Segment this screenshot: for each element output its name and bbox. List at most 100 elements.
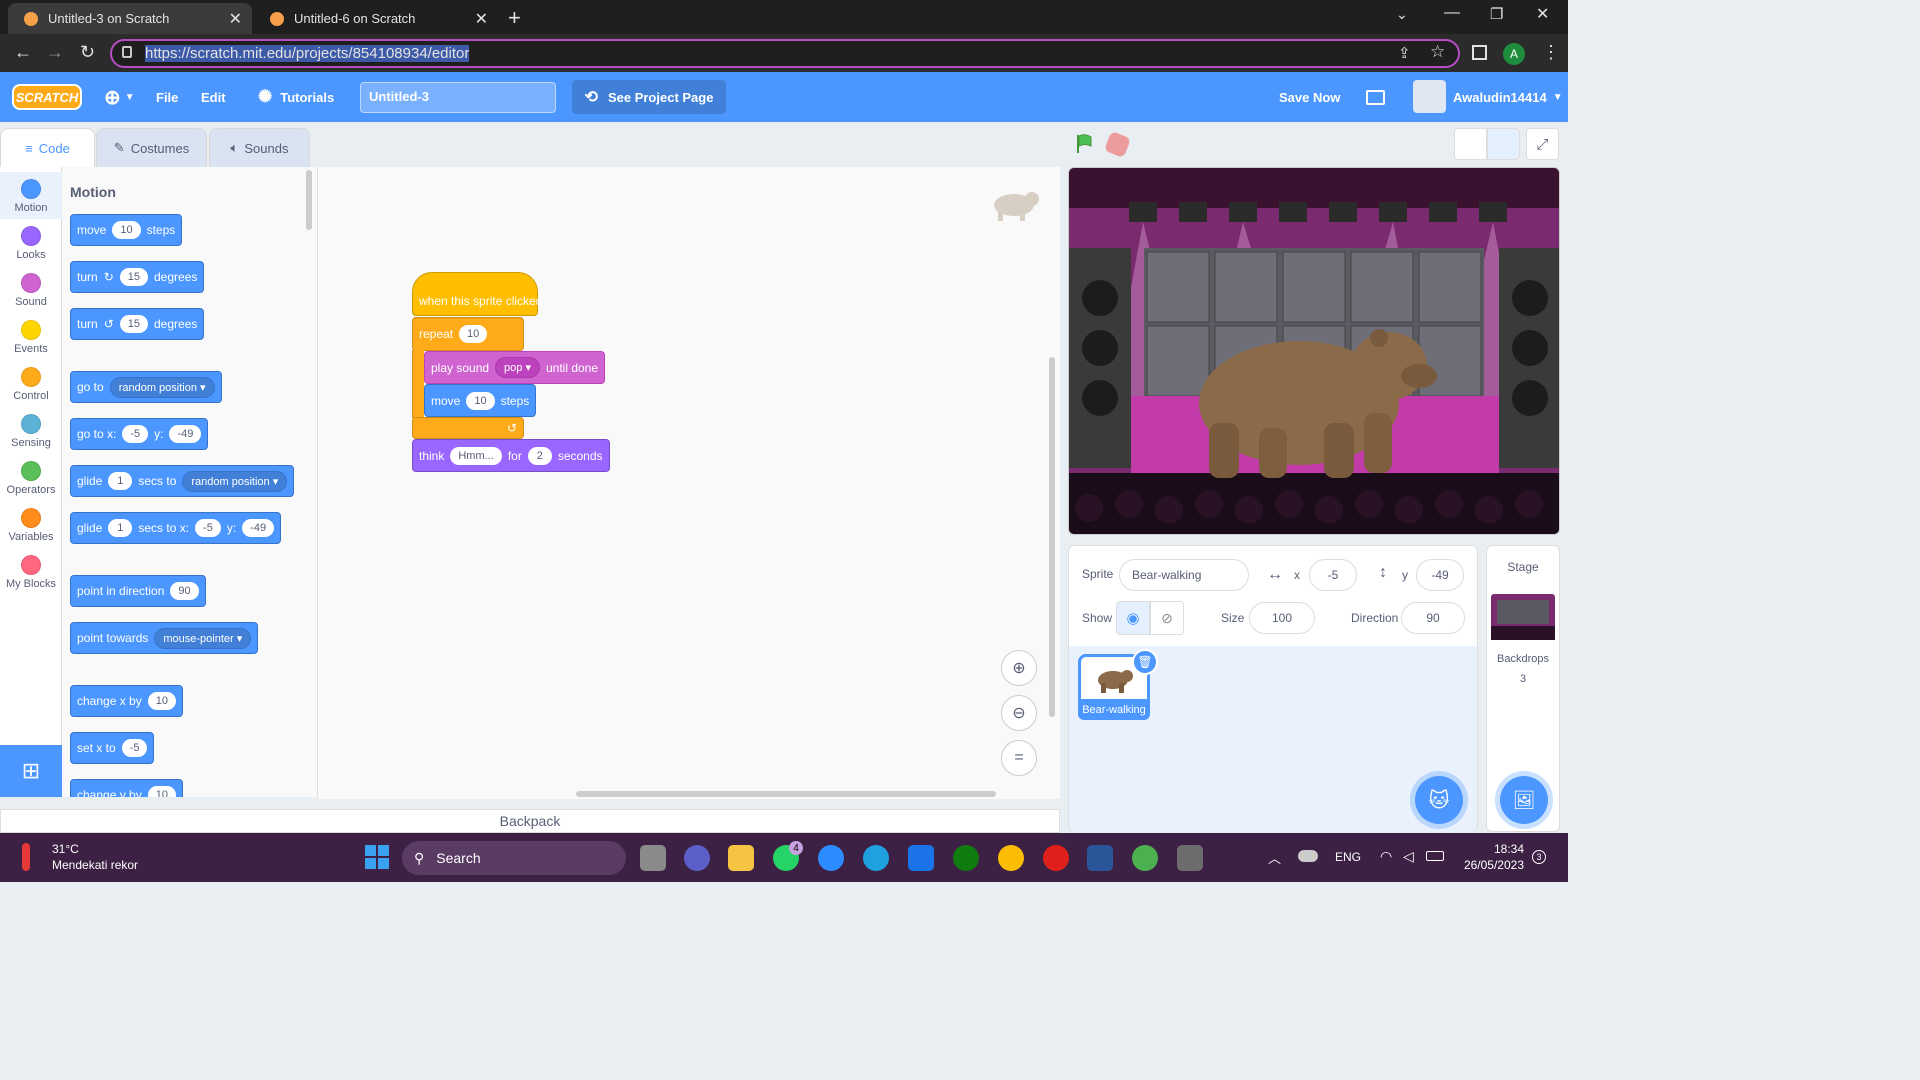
onedrive-cloud-icon[interactable] — [1298, 850, 1318, 862]
category-sound[interactable]: Sound — [0, 266, 62, 313]
choose-backdrop-icon[interactable]: 🖼︎ — [1500, 776, 1548, 824]
zoom-icon[interactable] — [818, 845, 844, 871]
block-go-to-xy[interactable]: go to x: -5 y: -49 — [70, 418, 209, 450]
green-flag-icon[interactable] — [1074, 133, 1096, 155]
normal-stage-button[interactable] — [1487, 128, 1520, 160]
sound-dropdown[interactable]: pop ▾ — [495, 357, 540, 378]
forward-icon[interactable]: → — [46, 42, 64, 63]
block-input[interactable]: -5 — [122, 425, 149, 443]
small-stage-button[interactable] — [1454, 128, 1487, 160]
language-indicator[interactable]: ENG — [1335, 850, 1361, 864]
zoom-reset-icon[interactable]: = — [1001, 740, 1037, 776]
word-icon[interactable] — [1087, 845, 1113, 871]
battery-icon[interactable] — [1426, 851, 1444, 861]
thermometer-icon[interactable] — [22, 843, 30, 871]
language-menu[interactable]: ⊕ ▼ — [104, 72, 135, 122]
windows-start-icon[interactable] — [365, 845, 389, 869]
block-dropdown[interactable]: mouse-pointer ▾ — [154, 627, 252, 649]
block-change-x[interactable]: change x by 10 — [70, 685, 183, 717]
direction-input[interactable]: 90 — [1401, 602, 1465, 634]
delete-sprite-trash-icon[interactable]: 🗑︎ — [1132, 649, 1158, 675]
volume-icon[interactable]: ◁ — [1403, 848, 1414, 865]
repeat-block[interactable]: repeat 10 — [412, 317, 524, 351]
sprite-name-input[interactable]: Bear-walking — [1119, 559, 1249, 591]
browser-tab[interactable]: Untitled-6 on Scratch ✕ — [254, 3, 498, 34]
block-move[interactable]: move 10 steps — [70, 214, 183, 246]
profile-avatar[interactable]: A — [1503, 43, 1525, 65]
edit-menu[interactable]: Edit — [201, 72, 226, 122]
chrome-profile-icon[interactable] — [1132, 845, 1158, 871]
my-stuff-folder-icon[interactable] — [1366, 90, 1385, 105]
scratch-logo[interactable]: SCRATCH — [12, 84, 82, 110]
task-view-icon[interactable] — [640, 845, 666, 871]
chrome-icon[interactable] — [998, 845, 1024, 871]
move-block[interactable]: move 10 steps — [424, 384, 537, 417]
restore-icon[interactable]: ❐ — [1490, 5, 1503, 23]
block-turn-right[interactable]: turn ↻ 15 degrees — [70, 261, 205, 293]
y-input[interactable]: -49 — [1416, 559, 1464, 591]
category-control[interactable]: Control — [0, 360, 62, 407]
block-input[interactable]: 10 — [147, 692, 176, 710]
block-dropdown[interactable]: random position ▾ — [182, 470, 288, 492]
zoom-out-icon[interactable]: ⊖ — [1001, 695, 1037, 731]
block-input[interactable]: 2 — [527, 446, 552, 465]
user-avatar[interactable] — [1413, 80, 1446, 113]
tab-sounds[interactable]: 🔈︎ Sounds — [209, 128, 310, 168]
block-point-direction[interactable]: point in direction 90 — [70, 575, 206, 607]
back-icon[interactable]: ← — [14, 42, 32, 63]
clock-time[interactable]: 18:34 — [1488, 842, 1524, 856]
lock-icon[interactable] — [122, 46, 132, 58]
hide-eye-slash-icon[interactable]: ⊘ — [1150, 601, 1184, 635]
address-bar[interactable]: https://scratch.mit.edu/projects/8541089… — [110, 39, 1460, 68]
weather-temp[interactable]: 31°C — [52, 842, 79, 856]
account-menu[interactable]: Awaludin14414 ▼ — [1453, 72, 1563, 122]
block-input[interactable]: -5 — [121, 739, 148, 757]
close-window-icon[interactable]: ✕ — [1536, 4, 1549, 24]
file-explorer-icon[interactable] — [728, 845, 754, 871]
project-title-input[interactable]: Untitled-3 — [360, 82, 556, 113]
backpack-header[interactable]: Backpack — [0, 809, 1060, 833]
choose-sprite-cat-icon[interactable]: 🐱︎ — [1415, 776, 1463, 824]
block-turn-left[interactable]: turn ↺ 15 degrees — [70, 308, 205, 340]
block-input[interactable]: 10 — [147, 786, 176, 797]
stop-icon[interactable] — [1103, 130, 1132, 159]
category-looks[interactable]: Looks — [0, 219, 62, 266]
category-events[interactable]: Events — [0, 313, 62, 360]
block-input[interactable]: 10 — [459, 325, 488, 343]
block-input[interactable]: 1 — [108, 472, 133, 490]
event-hat-block[interactable]: when this sprite clicked — [412, 272, 542, 316]
chat-icon[interactable] — [684, 845, 710, 871]
sync-app-icon[interactable] — [1177, 845, 1203, 871]
category-motion[interactable]: Motion — [0, 172, 62, 219]
clock-date[interactable]: 26/05/2023 — [1458, 858, 1524, 872]
taskbar-search[interactable]: ⚲ Search — [402, 841, 626, 875]
category-my-blocks[interactable]: My Blocks — [0, 548, 62, 595]
new-tab-icon[interactable]: + — [508, 5, 521, 31]
block-input[interactable]: 15 — [119, 315, 148, 333]
think-block[interactable]: think Hmm... for 2 seconds — [412, 439, 610, 472]
category-sensing[interactable]: Sensing — [0, 407, 62, 454]
share-icon[interactable]: ⇪ — [1398, 44, 1411, 62]
browser-menu-icon[interactable]: ⋮ — [1542, 42, 1560, 63]
block-input[interactable]: -49 — [169, 425, 202, 443]
block-input[interactable]: 15 — [119, 268, 148, 286]
reload-icon[interactable]: ↻ — [80, 42, 95, 63]
xbox-icon[interactable] — [953, 845, 979, 871]
block-dropdown[interactable]: random position ▾ — [109, 376, 215, 398]
edge-icon[interactable] — [863, 845, 889, 871]
block-input[interactable]: -5 — [195, 519, 221, 537]
minimize-icon[interactable]: — — [1444, 4, 1460, 22]
block-input[interactable]: 1 — [108, 519, 133, 537]
weather-status[interactable]: Mendekati rekor — [52, 858, 138, 872]
browser-tab-active[interactable]: Untitled-3 on Scratch ✕ — [8, 3, 252, 34]
tab-code[interactable]: ≡ Code — [0, 128, 95, 168]
side-panel-icon[interactable] — [1472, 45, 1487, 60]
workspace-hscrollbar[interactable] — [576, 791, 996, 797]
x-input[interactable]: -5 — [1309, 559, 1357, 591]
code-workspace[interactable]: when this sprite clicked repeat 10 ↺ play… — [318, 167, 1060, 799]
tray-chevron-up-icon[interactable]: ︿ — [1268, 848, 1281, 867]
block-input[interactable]: Hmm... — [450, 446, 502, 465]
block-palette[interactable]: Motion move 10 steps turn ↻ 15 degrees turn ↺ 1… — [62, 167, 318, 797]
wifi-icon[interactable]: ◠ — [1380, 848, 1392, 865]
workspace-vscrollbar[interactable] — [1049, 357, 1055, 717]
